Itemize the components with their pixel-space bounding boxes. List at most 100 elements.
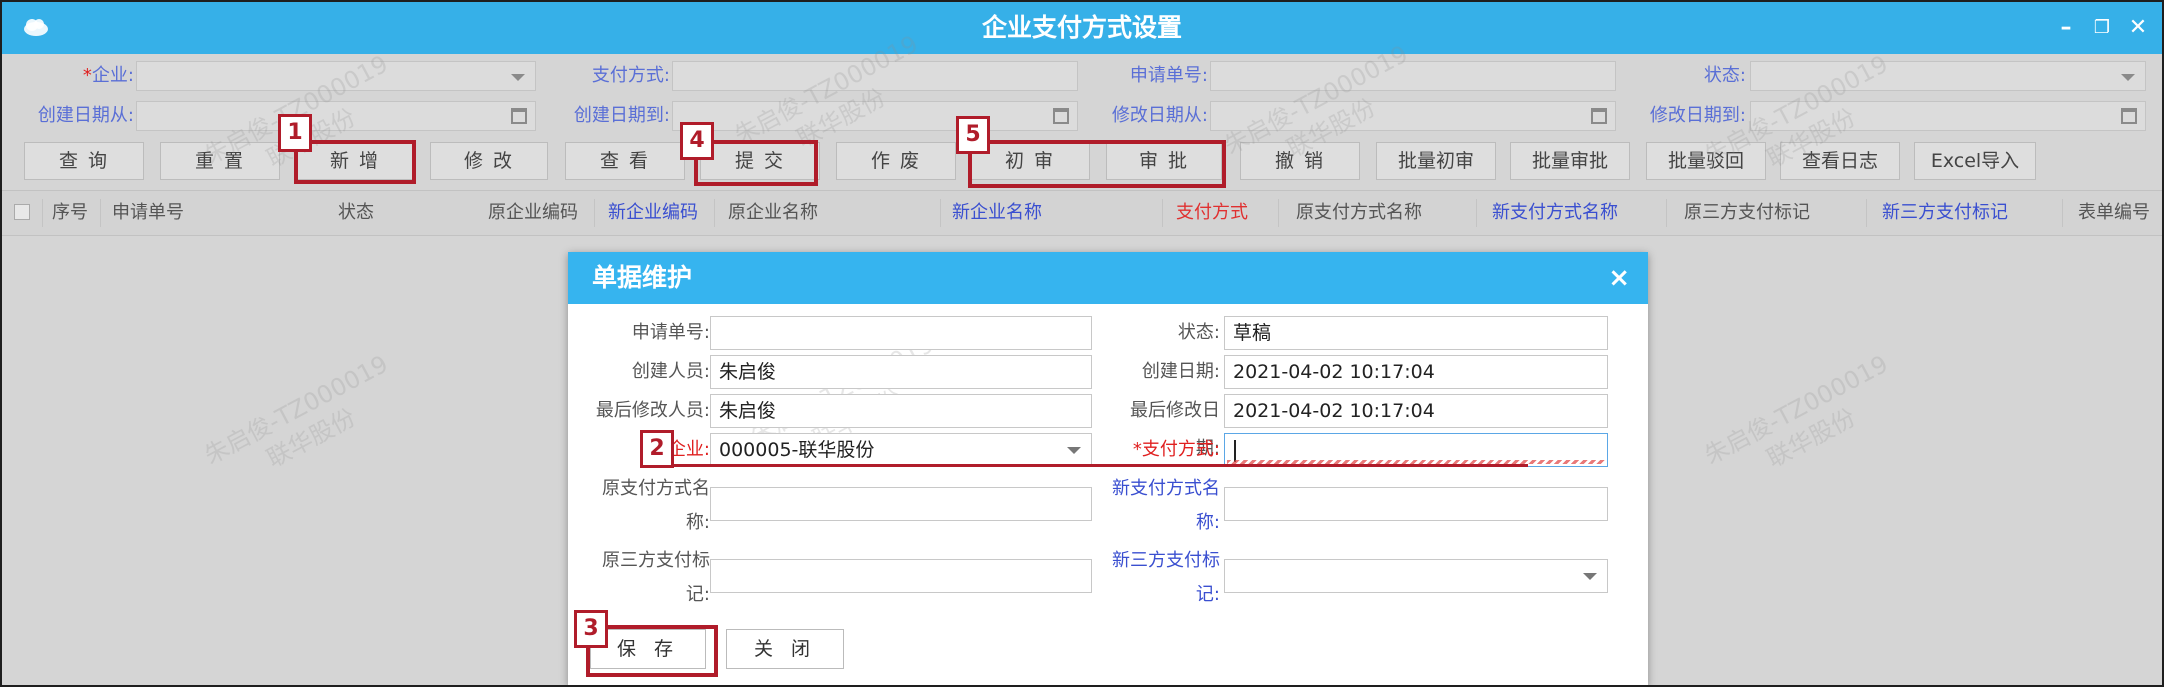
form-dialog: 单据维护 × 朱启俊-TZ000019联华股份 申请单号: 状态: 草稿 创建人…	[568, 252, 1648, 685]
new-pay-name-field[interactable]	[1224, 487, 1608, 521]
title-bar: 企业支付方式设置 – ❐ ✕	[2, 2, 2162, 54]
edit-button[interactable]: 修 改	[430, 142, 548, 180]
company-value: 000005-联华股份	[719, 439, 875, 461]
watermark: 朱启俊-TZ000019联华股份	[1699, 349, 1893, 474]
modified-to-date[interactable]	[1750, 101, 2146, 131]
step-marker-2: 2	[640, 430, 674, 468]
pay-method-filter-label: 支付方式:	[591, 65, 670, 86]
view-log-button[interactable]: 查看日志	[1780, 142, 1900, 180]
column-header[interactable]: 新企业编码	[608, 191, 698, 235]
close-window-icon[interactable]: ✕	[2124, 14, 2152, 42]
batch-first-review-button[interactable]: 批量初审	[1376, 142, 1496, 180]
column-divider	[1162, 199, 1163, 227]
step-marker-4: 4	[680, 122, 714, 160]
revoke-button[interactable]: 撤 销	[1240, 142, 1360, 180]
modified-from-date[interactable]	[1210, 101, 1616, 131]
column-divider	[1866, 199, 1867, 227]
new-third-select[interactable]	[1224, 559, 1608, 593]
dialog-title-bar: 单据维护 ×	[568, 252, 1648, 304]
reset-button[interactable]: 重 置	[160, 142, 280, 180]
status-filter-label: 状态:	[1703, 65, 1746, 86]
status-field[interactable]: 草稿	[1224, 316, 1608, 350]
apply-no-filter-label: 申请单号:	[1129, 65, 1208, 86]
chevron-down-icon	[511, 74, 525, 81]
pay-method-filter-input[interactable]	[672, 61, 1078, 91]
created-at-field[interactable]: 2021-04-02 10:17:04	[1224, 355, 1608, 389]
column-header[interactable]: 状态	[338, 191, 374, 235]
modified-to-label: 修改日期到:	[1649, 105, 1746, 126]
dialog-title: 单据维护	[592, 263, 693, 292]
calendar-icon[interactable]	[1591, 108, 1607, 124]
old-pay-name-label: 原支付方式名 称:	[602, 478, 710, 533]
company-filter-select[interactable]	[136, 61, 536, 91]
chevron-down-icon[interactable]	[1583, 573, 1597, 580]
column-divider	[594, 199, 595, 227]
chevron-down-icon[interactable]	[1067, 447, 1081, 454]
created-at-label: 创建日期:	[1141, 361, 1220, 382]
old-third-field[interactable]	[710, 559, 1092, 593]
excel-import-button[interactable]: Excel导入	[1914, 142, 2036, 180]
modifier-field[interactable]: 朱启俊	[710, 394, 1092, 428]
column-header[interactable]: 表单编号	[2078, 191, 2150, 235]
status-filter-select[interactable]	[1750, 61, 2146, 91]
apply-no-field[interactable]	[710, 316, 1092, 350]
highlight-add-button	[294, 140, 416, 184]
select-all-checkbox[interactable]	[14, 204, 30, 220]
apply-no-label: 申请单号:	[631, 322, 710, 343]
step-marker-3: 3	[574, 610, 608, 648]
watermark: 朱启俊-TZ000019联华股份	[199, 349, 393, 474]
column-header[interactable]: 申请单号	[112, 191, 184, 235]
column-header[interactable]: 原企业名称	[728, 191, 818, 235]
column-divider	[940, 199, 941, 227]
batch-approve-button[interactable]: 批量审批	[1510, 142, 1630, 180]
filter-row-1: *企业: 支付方式: 申请单号: 状态:	[2, 58, 2162, 94]
highlight-review-buttons	[968, 140, 1226, 188]
column-header[interactable]: 原支付方式名称	[1296, 191, 1422, 235]
calendar-icon[interactable]	[511, 108, 527, 124]
company-filter-label: *企业:	[82, 65, 134, 86]
column-divider	[714, 199, 715, 227]
restore-icon[interactable]: ❐	[2088, 14, 2116, 42]
pay-method-field[interactable]	[1224, 433, 1608, 467]
column-divider	[100, 199, 101, 227]
column-divider	[42, 199, 43, 227]
calendar-icon[interactable]	[1053, 108, 1069, 124]
creator-field[interactable]: 朱启俊	[710, 355, 1092, 389]
new-pay-name-label: 新支付方式名 称:	[1112, 478, 1220, 533]
created-from-date[interactable]	[136, 101, 536, 131]
status-label: 状态:	[1177, 322, 1220, 343]
dialog-close-icon[interactable]: ×	[1608, 264, 1630, 292]
company-select[interactable]: 000005-联华股份	[710, 433, 1092, 467]
view-button[interactable]: 查 看	[565, 142, 685, 180]
column-header[interactable]: 原企业编码	[488, 191, 578, 235]
column-header[interactable]: 原三方支付标记	[1684, 191, 1810, 235]
created-to-date[interactable]	[672, 101, 1078, 131]
column-header[interactable]: 支付方式	[1176, 191, 1248, 235]
column-divider	[1278, 199, 1279, 227]
minimize-icon[interactable]: –	[2052, 14, 2080, 42]
column-divider	[2062, 199, 2063, 227]
created-to-label: 创建日期到:	[573, 105, 670, 126]
app-window: 企业支付方式设置 – ❐ ✕ *企业: 支付方式: 申请单号: 状态: 创建日期…	[0, 0, 2164, 687]
old-third-label: 原三方支付标 记:	[602, 550, 710, 605]
close-button[interactable]: 关 闭	[726, 629, 844, 669]
column-header[interactable]: 新三方支付标记	[1882, 191, 2008, 235]
filter-row-2: 创建日期从: 创建日期到: 修改日期从: 修改日期到:	[2, 98, 2162, 134]
apply-no-filter-input[interactable]	[1210, 61, 1616, 91]
column-header[interactable]: 新企业名称	[952, 191, 1042, 235]
creator-label: 创建人员:	[631, 361, 710, 382]
step-marker-5: 5	[956, 116, 990, 154]
column-divider	[1666, 199, 1667, 227]
void-button[interactable]: 作 废	[836, 142, 956, 180]
column-header[interactable]: 序号	[52, 191, 88, 235]
column-divider	[1476, 199, 1477, 227]
highlight-line-required-fields	[672, 464, 1528, 467]
step-marker-1: 1	[278, 114, 312, 152]
batch-reject-button[interactable]: 批量驳回	[1646, 142, 1766, 180]
old-pay-name-field[interactable]	[710, 487, 1092, 521]
calendar-icon[interactable]	[2121, 108, 2137, 124]
column-header[interactable]: 新支付方式名称	[1492, 191, 1618, 235]
modified-at-field[interactable]: 2021-04-02 10:17:04	[1224, 394, 1608, 428]
new-third-label: 新三方支付标 记:	[1112, 550, 1220, 605]
query-button[interactable]: 查 询	[24, 142, 144, 180]
